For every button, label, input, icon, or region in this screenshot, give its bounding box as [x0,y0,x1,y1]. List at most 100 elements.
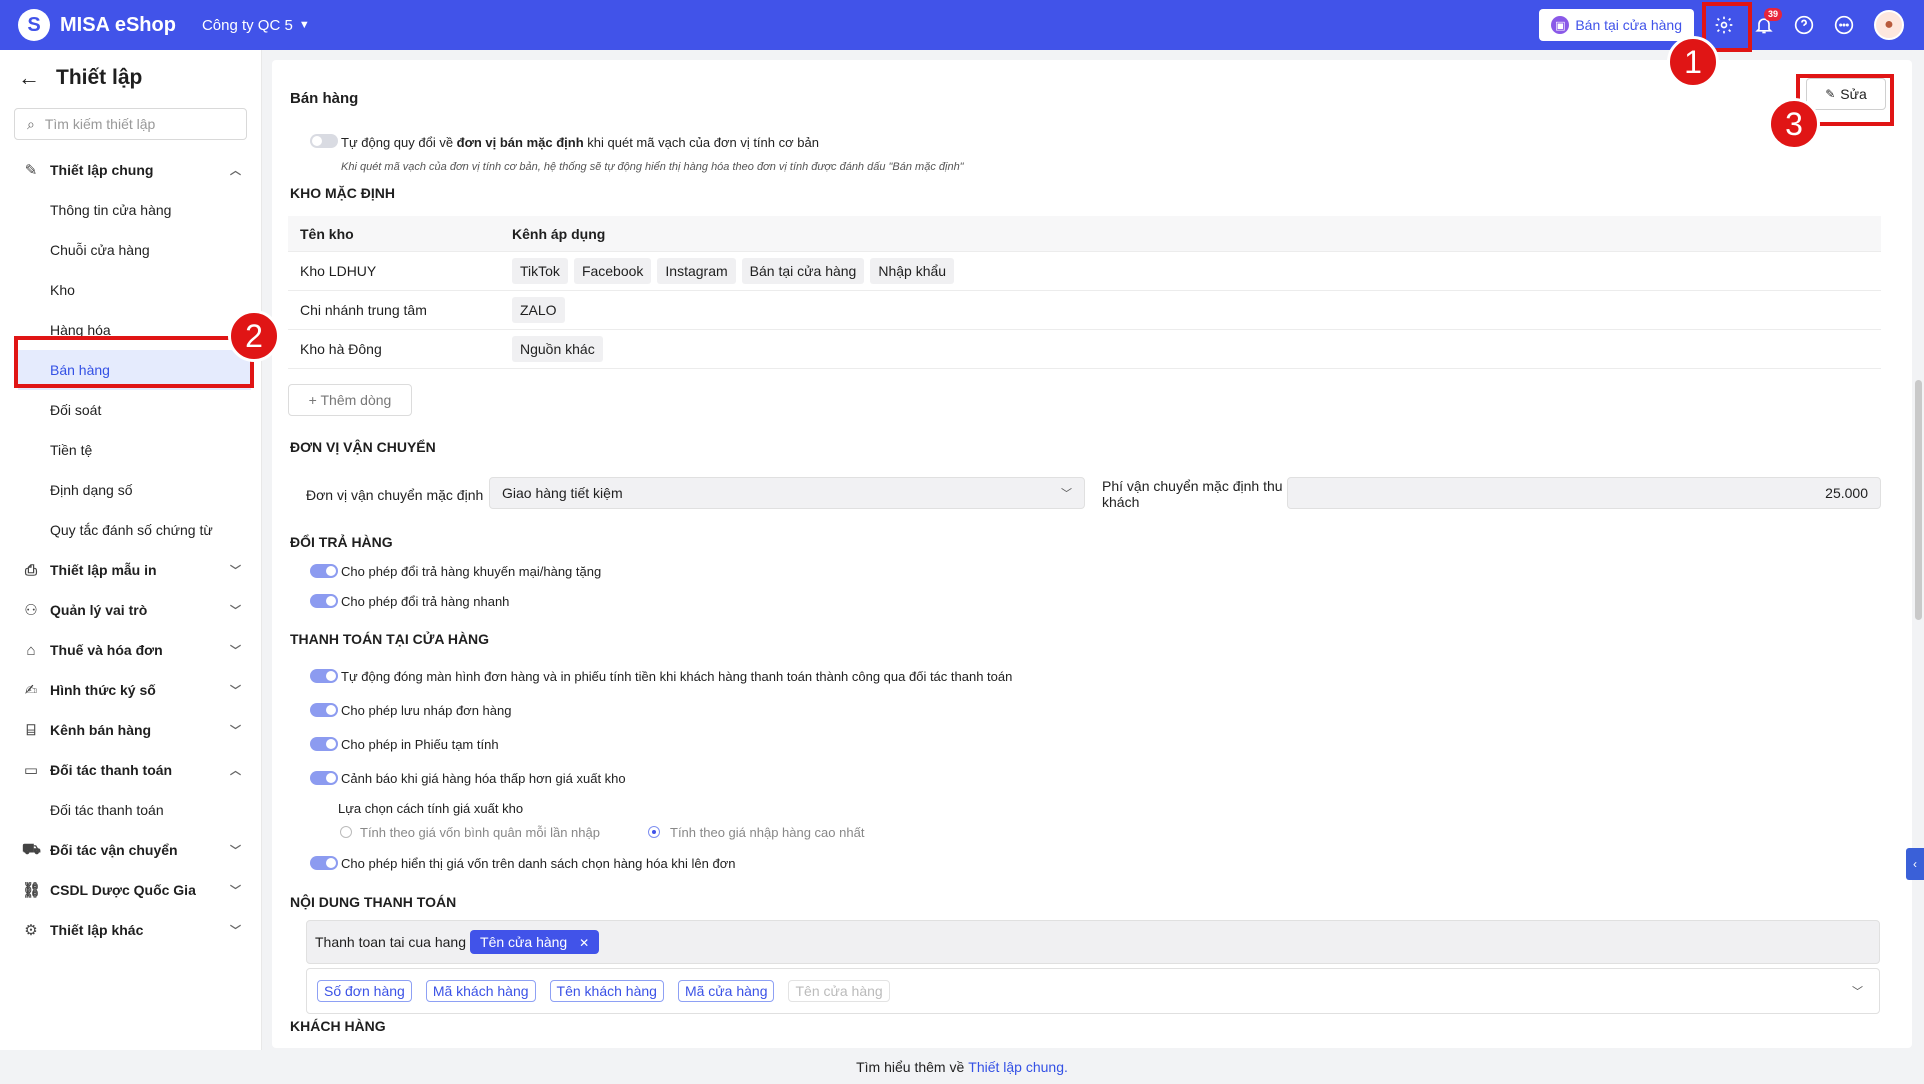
shipping-fee-input[interactable]: 25.000 [1287,477,1881,509]
notification-badge: 39 [1764,8,1783,21]
payment-content-options: Số đơn hàng Mã khách hàng Tên khách hàng… [306,968,1880,1014]
channel-chip: Instagram [657,258,736,284]
sidebar-group-label: CSDL Dược Quốc Gia [50,882,196,898]
search-icon: ⌕ [27,115,35,132]
sidebar-group-label: Đối tác vận chuyển [50,842,178,858]
chevron-up-icon: ︿ [230,765,241,777]
scroll-thumb[interactable] [1915,380,1922,620]
sidebar-group-digital-signature[interactable]: ✍ Hình thức ký số ﹀ [0,670,261,710]
sidebar-item-warehouse[interactable]: Kho [0,270,261,310]
option-customer-name[interactable]: Tên khách hàng [549,980,664,1002]
company-name: Công ty QC 5 [201,16,293,34]
sidebar-item-numbering-rules[interactable]: Quy tắc đánh số chứng từ [0,510,261,550]
footer-text: Tìm hiểu thêm về [856,1059,965,1075]
default-warehouse-table: Tên kho Kênh áp dụng Kho LDHUY TikTok Fa… [288,216,1881,369]
price-warning-label: Cảnh báo khi giá hàng hóa thấp hơn giá x… [341,771,626,786]
app-logo[interactable]: S MISA eShop [18,9,176,41]
company-selector[interactable]: Công ty QC 5 ▼ [202,17,310,34]
default-shipper-label: Đơn vị vận chuyển mặc định [306,487,484,503]
card-icon: ▭ [23,762,39,779]
show-cost-toggle[interactable] [310,856,338,870]
default-shipper-select[interactable]: Giao hàng tiết kiệm ﹀ [489,477,1085,509]
sidebar-group-general[interactable]: ✎ Thiết lập chung ︿ [0,150,261,190]
bank-icon: ⌂ [26,641,36,659]
sidebar-item-store-info[interactable]: Thông tin cửa hàng [0,190,261,230]
channel-chip: TikTok [512,258,568,284]
auto-close-order-toggle[interactable] [310,669,338,683]
step-3-marker: 3 [1768,98,1820,150]
back-arrow-icon[interactable]: ← [18,65,40,91]
sidebar-item-store-chain[interactable]: Chuỗi cửa hàng [0,230,261,270]
payment-content-prefix: Thanh toan tai cua hang [315,934,467,950]
auto-convert-toggle[interactable] [310,134,338,148]
chevron-down-icon: ﹀ [230,925,241,937]
allow-return-promo-toggle[interactable] [310,564,338,578]
sidebar-group-payment-partners[interactable]: ▭ Đối tác thanh toán ︿ [0,750,261,790]
more-icon [1834,15,1854,35]
add-row-button[interactable]: + Thêm dòng [288,384,412,416]
allow-quick-return-toggle[interactable] [310,594,338,608]
warehouse-name: Kho LDHUY [300,263,377,279]
step-1-marker: 1 [1667,36,1719,88]
link-icon: ⛓ [22,882,42,899]
sell-at-store-label: Bán tại cửa hàng [1575,17,1682,33]
sell-at-store-button[interactable]: ▣ Bán tại cửa hàng [1539,9,1694,41]
page-scrollbar[interactable] [1912,50,1924,1050]
warehouse-name: Chi nhánh trung tâm [300,302,427,318]
table-row[interactable]: Chi nhánh trung tâm ZALO [288,291,1881,330]
customers-title: KHÁCH HÀNG [290,1018,386,1034]
sidebar-group-label: Hình thức ký số [50,682,156,698]
channel-chip: Nguồn khác [512,336,603,362]
help-button[interactable] [1784,0,1824,50]
payment-content-tag[interactable]: Tên cửa hàng ✕ [470,930,600,954]
allow-quick-return-label: Cho phép đổi trả hàng nhanh [341,594,510,609]
chevron-down-icon: ﹀ [230,645,241,657]
avatar[interactable]: ● [1874,10,1904,40]
app-name: MISA eShop [60,13,176,36]
sidebar-group-print-templates[interactable]: ⎙ Thiết lập mẫu in ﹀ [0,550,261,590]
channel-chip: Nhập khẩu [870,258,955,284]
sales-settings-panel: Bán hàng ✎ Sửa Tự động quy đổi về đơn vị… [272,60,1912,1048]
store-icon: ▣ [1551,16,1570,34]
sidebar-item-currency[interactable]: Tiền tệ [0,430,261,470]
default-shipper-value: Giao hàng tiết kiệm [502,485,623,501]
sidebar-group-label: Kênh bán hàng [50,722,152,738]
option-customer-code[interactable]: Mã khách hàng [425,980,536,1002]
radio-average-cost[interactable] [340,826,352,838]
radio-highest-cost-label: Tính theo giá nhập hàng cao nhất [670,825,865,840]
sidebar-header: ← Thiết lập [0,50,261,106]
allow-print-temp-toggle[interactable] [310,737,338,751]
radio-average-cost-label: Tính theo giá vốn bình quân mỗi lần nhập [360,825,600,840]
shipping-fee-value: 25.000 [1825,485,1868,501]
settings-search-input[interactable]: ⌕ Tìm kiếm thiết lập [14,108,247,140]
sidebar-title: Thiết lập [56,66,143,89]
channel-chip: ZALO [512,297,565,323]
sidebar-item-reconciliation[interactable]: Đối soát [0,390,261,430]
sidebar-group-sales-channels[interactable]: ⌸ Kênh bán hàng ﹀ [0,710,261,750]
chevron-down-icon: ﹀ [230,565,241,577]
store-payment-title: THANH TOÁN TẠI CỬA HÀNG [290,631,490,647]
collapse-panel-button[interactable]: ‹ [1906,848,1924,880]
payment-content-input[interactable]: Thanh toan tai cua hang Tên cửa hàng ✕ [306,920,1880,964]
sidebar-group-shipping-partners[interactable]: ⛟ Đối tác vận chuyển ﹀ [0,830,261,870]
auto-close-order-label: Tự động đóng màn hình đơn hàng và in phi… [341,669,1013,684]
sidebar-group-national-pharma-db[interactable]: ⛓ CSDL Dược Quốc Gia ﹀ [0,870,261,910]
chevron-down-icon[interactable]: ﹀ [1852,983,1863,999]
sidebar-item-number-format[interactable]: Định dạng số [0,470,261,510]
option-order-number[interactable]: Số đơn hàng [317,980,412,1002]
allow-draft-toggle[interactable] [310,703,338,717]
price-warning-toggle[interactable] [310,771,338,785]
sidebar-group-tax-invoice[interactable]: ⌂ Thuế và hóa đơn ﹀ [0,630,261,670]
sidebar-item-payment-partners[interactable]: Đối tác thanh toán [0,790,261,830]
option-store-code[interactable]: Mã cửa hàng [677,980,775,1002]
top-bar: S MISA eShop Công ty QC 5 ▼ ▣ Bán tại cử… [0,0,1924,50]
sidebar-group-other-settings[interactable]: ⚙ Thiết lập khác ﹀ [0,910,261,950]
table-row[interactable]: Kho hà Đông Nguồn khác [288,330,1881,369]
sidebar-group-roles[interactable]: ⚇ Quản lý vai trò ﹀ [0,590,261,630]
more-button[interactable] [1824,0,1864,50]
footer-link[interactable]: Thiết lập chung. [968,1059,1068,1075]
user-icon: ⚇ [24,602,38,619]
radio-highest-cost[interactable] [648,826,660,838]
table-row[interactable]: Kho LDHUY TikTok Facebook Instagram Bán … [288,252,1881,291]
close-icon[interactable]: ✕ [579,936,589,950]
